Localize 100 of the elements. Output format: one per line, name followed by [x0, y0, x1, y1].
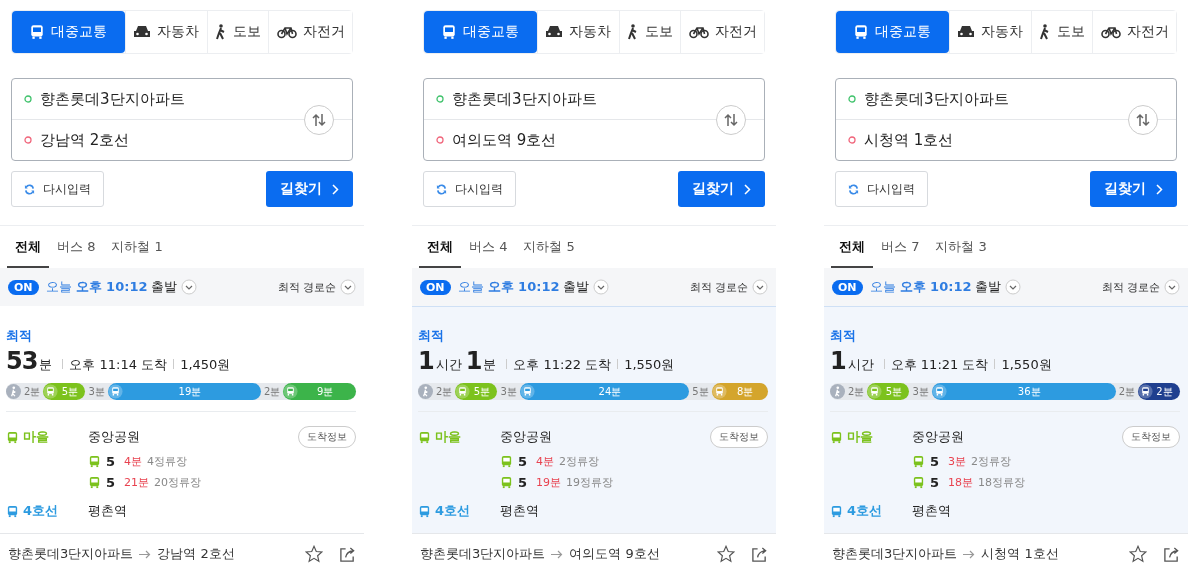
arrival-info-button[interactable]: 도착정보 [298, 426, 356, 448]
walk-time: 2분 [847, 384, 866, 399]
bus-icon [43, 384, 59, 399]
departure-label: 출발 [151, 278, 178, 296]
walking-person-icon [418, 384, 433, 399]
arrow-right-icon [963, 549, 976, 559]
star-icon[interactable] [717, 545, 735, 563]
reset-button[interactable]: 다시입력 [11, 171, 104, 207]
swap-button[interactable] [1128, 105, 1158, 135]
origin-field[interactable]: 향촌롯데3단지아파트 [452, 89, 597, 109]
arrival-time: 오후 11:14 도착 [69, 356, 168, 374]
swap-button[interactable] [716, 105, 746, 135]
dropdown-icon[interactable] [1164, 279, 1180, 295]
route-card[interactable]: 최적 1 시간 오후 11:21 도착 1,550원 2분 5분 3분 36분 2분 2분 마을 중앙공원 도착정보 5 3분 2정류장 5 18분 18정류장 4호선 평촌역 [824, 306, 1188, 533]
share-icon[interactable] [751, 545, 768, 563]
transfer-time: 2분 [263, 384, 282, 399]
dropdown-icon[interactable] [181, 279, 198, 295]
departure-time: 오후 10:12 [487, 278, 560, 296]
filter-tab[interactable]: 버스 7 [873, 232, 928, 268]
sort-option[interactable]: 최적 경로순 [689, 279, 748, 295]
departure-label: 출발 [975, 278, 1002, 296]
route-destination: 시청역 1호선 [981, 545, 1059, 563]
station-name: 중앙공원 [912, 428, 964, 446]
destination-dot-icon [24, 136, 32, 144]
bus-icon [830, 504, 843, 518]
search-route-button[interactable]: 길찾기 [678, 171, 765, 207]
arrival-eta: 3분 [948, 454, 967, 469]
star-icon[interactable] [1129, 545, 1147, 563]
car-icon [957, 25, 976, 39]
filter-tab[interactable]: 버스 4 [461, 232, 516, 268]
bicycle-icon [1100, 25, 1121, 39]
share-icon[interactable] [1163, 545, 1180, 563]
dropdown-icon[interactable] [1005, 279, 1022, 295]
share-icon[interactable] [339, 545, 356, 563]
walking-person-icon [214, 24, 227, 40]
departure-time: 오후 10:12 [75, 278, 148, 296]
filter-tab[interactable]: 지하철 5 [515, 232, 583, 268]
stops-remaining: 4정류장 [147, 454, 188, 469]
ride-segment: 5분 [43, 383, 86, 400]
filter-tab[interactable]: 지하철 1 [103, 232, 171, 268]
arrival-info-button[interactable]: 도착정보 [1122, 426, 1180, 448]
filter-tab[interactable]: 버스 8 [49, 232, 104, 268]
dropdown-icon[interactable] [752, 279, 768, 295]
search-route-button[interactable]: 길찾기 [1090, 171, 1177, 207]
arrival-eta: 19분 [536, 475, 562, 490]
origin-dot-icon [436, 95, 444, 103]
bus-icon [931, 384, 947, 399]
bus-icon [418, 504, 431, 518]
departure-toggle[interactable]: ON [832, 279, 863, 295]
walk-time: 2분 [23, 384, 42, 399]
arrival-info-button[interactable]: 도착정보 [710, 426, 768, 448]
route-card[interactable]: 최적 1 시간 1 분 오후 11:22 도착 1,550원 2분 5분 3분 24분 5분 8분 마을 중앙공원 도착정보 5 4분 2정류장 5 19분 19정류장 4호선 평촌역 [412, 306, 776, 533]
mode-tab[interactable]: 자전거 [1092, 11, 1176, 53]
bus-icon [1138, 384, 1153, 399]
swap-arrows-icon [723, 113, 739, 127]
bus-route-number: 5 [106, 454, 116, 469]
bus-icon [283, 384, 299, 399]
departure-toggle[interactable]: ON [420, 279, 451, 295]
destination-field[interactable]: 강남역 2호선 [40, 130, 130, 150]
bus-icon [853, 24, 870, 40]
refresh-icon [848, 183, 859, 195]
reset-button[interactable]: 다시입력 [835, 171, 928, 207]
arrival-eta: 4분 [536, 454, 555, 469]
star-icon[interactable] [305, 545, 323, 563]
dropdown-icon[interactable] [340, 279, 356, 295]
arrow-right-icon [551, 549, 564, 559]
stops-remaining: 20정류장 [154, 475, 202, 490]
arrival-eta: 18분 [948, 475, 974, 490]
origin-field[interactable]: 향촌롯데3단지아파트 [40, 89, 185, 109]
mode-tab[interactable]: 자전거 [268, 11, 352, 53]
bus-icon [6, 504, 19, 518]
bus-route-number: 5 [518, 475, 528, 490]
swap-button[interactable] [304, 105, 334, 135]
arrival-time: 오후 11:21 도착 [890, 356, 989, 374]
mode-tab[interactable]: 대중교통 [836, 11, 949, 53]
bus-icon [500, 455, 513, 468]
reset-button[interactable]: 다시입력 [423, 171, 516, 207]
ride-segment: 36분 [931, 383, 1116, 400]
mode-tab[interactable]: 자전거 [680, 11, 764, 53]
car-icon [133, 25, 152, 39]
filter-tab[interactable]: 지하철 3 [927, 232, 995, 268]
dropdown-icon[interactable] [593, 279, 610, 295]
departure-label: 출발 [563, 278, 590, 296]
stops-remaining: 2정류장 [559, 454, 600, 469]
ride-segment: 24분 [519, 383, 690, 400]
swap-arrows-icon [311, 113, 327, 127]
sort-option[interactable]: 최적 경로순 [1101, 279, 1160, 295]
ride-segment: 5분 [455, 383, 498, 400]
stops-remaining: 2정류장 [971, 454, 1012, 469]
ride-segment: 8분 [711, 383, 768, 400]
destination-field[interactable]: 여의도역 9호선 [452, 130, 557, 150]
walk-time: 2분 [435, 384, 454, 399]
origin-field[interactable]: 향촌롯데3단지아파트 [864, 89, 1009, 109]
mode-tab[interactable]: 대중교통 [12, 11, 125, 53]
destination-field[interactable]: 시청역 1호선 [864, 130, 954, 150]
search-route-button[interactable]: 길찾기 [266, 171, 353, 207]
bus-route-number: 5 [930, 475, 940, 490]
departure-toggle[interactable]: ON [8, 279, 39, 295]
mode-tab[interactable]: 대중교통 [424, 11, 537, 53]
sort-option[interactable]: 최적 경로순 [277, 279, 336, 295]
